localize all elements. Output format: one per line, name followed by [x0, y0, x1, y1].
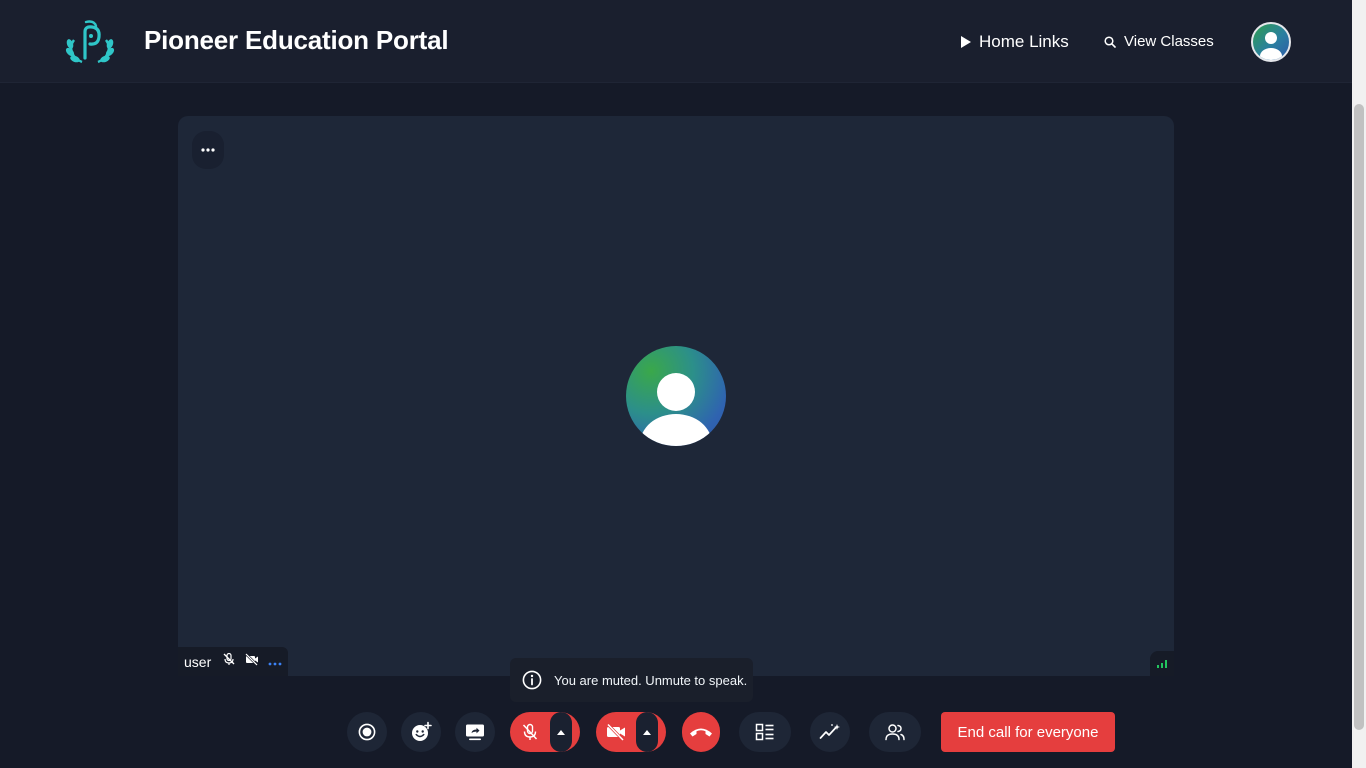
leave-call-button[interactable]: [682, 712, 720, 752]
chevron-up-icon: [643, 729, 651, 735]
toast-message: You are muted. Unmute to speak.: [554, 672, 748, 688]
participants-icon: [885, 724, 905, 741]
pioneer-logo-icon[interactable]: [64, 18, 116, 66]
view-classes-nav[interactable]: View Classes: [1104, 33, 1214, 50]
screen-share-icon: [466, 724, 484, 741]
end-call-for-everyone-button[interactable]: End call for everyone: [941, 712, 1115, 752]
layout-list-icon: [755, 723, 774, 741]
home-links-label: Home Links: [979, 32, 1069, 51]
participant-more-button[interactable]: [268, 653, 282, 671]
tile-options-button[interactable]: [192, 131, 224, 169]
effects-button[interactable]: [810, 712, 850, 752]
sparkle-wand-icon: [819, 724, 840, 739]
participant-video-tile: user: [178, 116, 1174, 676]
muted-toast: You are muted. Unmute to speak.: [510, 658, 753, 702]
home-links-nav[interactable]: Home Links: [960, 32, 1069, 52]
camera-toggle-button[interactable]: [596, 712, 636, 752]
profile-avatar[interactable]: [1251, 22, 1291, 62]
view-classes-label: View Classes: [1124, 33, 1214, 50]
mic-off-icon: [222, 652, 236, 671]
reactions-button[interactable]: [401, 712, 441, 752]
top-header: Pioneer Education Portal Home Links View…: [0, 0, 1352, 83]
video-off-icon: [606, 723, 625, 741]
mic-off-icon: [522, 723, 538, 740]
page-scrollbar-thumb[interactable]: [1354, 104, 1364, 730]
layout-button[interactable]: [739, 712, 791, 752]
camera-toggle-group: [596, 712, 666, 752]
user-avatar-icon: [1260, 32, 1282, 60]
record-button[interactable]: [347, 712, 387, 752]
camera-options-button[interactable]: [636, 712, 658, 752]
chevron-up-icon: [557, 729, 565, 735]
microphone-toggle-button[interactable]: [510, 712, 550, 752]
record-icon: [358, 723, 376, 741]
participant-avatar: [626, 346, 726, 446]
participants-button[interactable]: [869, 712, 921, 752]
microphone-options-button[interactable]: [550, 712, 572, 752]
user-avatar-icon: [640, 373, 712, 446]
video-off-icon: [245, 652, 259, 671]
microphone-toggle-group: [510, 712, 580, 752]
more-horizontal-icon: [201, 148, 215, 152]
play-triangle-icon: [960, 36, 971, 48]
participant-name: user: [184, 653, 212, 670]
network-signal-indicator: [1150, 651, 1174, 676]
phone-hangup-icon: [690, 728, 712, 737]
search-icon: [1104, 35, 1116, 48]
participant-name-tag: user: [178, 647, 289, 676]
info-icon: [522, 670, 542, 690]
emoji-add-icon: [412, 721, 432, 741]
brand-title: Pioneer Education Portal: [144, 25, 449, 55]
more-horizontal-icon: [268, 662, 282, 665]
signal-bars-icon: [1157, 659, 1167, 668]
screen-share-button[interactable]: [455, 712, 495, 752]
page: Pioneer Education Portal Home Links View…: [0, 0, 1366, 768]
